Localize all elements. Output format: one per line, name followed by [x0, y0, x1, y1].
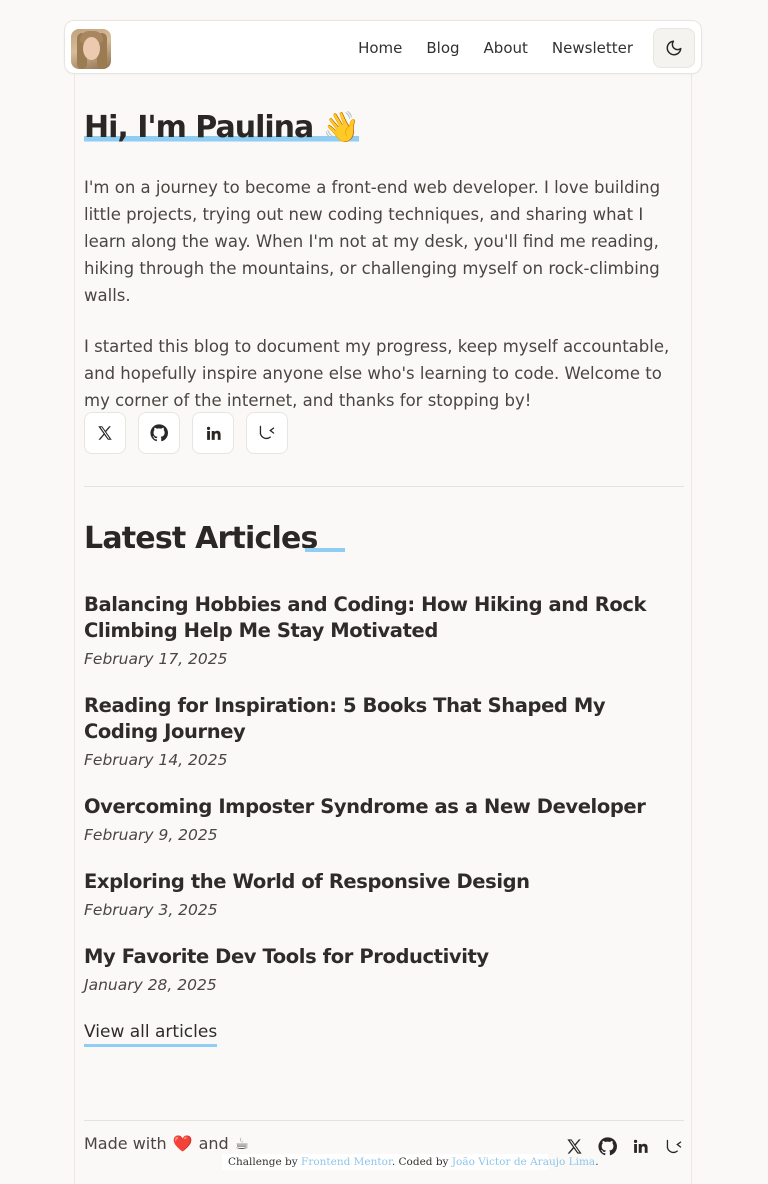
github-link-button[interactable] — [138, 412, 180, 454]
made-with-text: Made with ❤️ and ☕ — [84, 1134, 249, 1153]
hero-title-text: Hi, I'm Paulina — [84, 110, 314, 145]
article-item[interactable]: Reading for Inspiration: 5 Books That Sh… — [84, 693, 684, 771]
heart-icon: ❤️ — [172, 1134, 193, 1153]
site-header: Home Blog About Newsletter — [64, 20, 702, 74]
frontend-mentor-icon[interactable] — [663, 1136, 684, 1157]
linkedin-link-button[interactable] — [192, 412, 234, 454]
article-item[interactable]: Exploring the World of Responsive Design… — [84, 869, 684, 921]
article-item[interactable]: My Favorite Dev Tools for Productivity J… — [84, 944, 684, 996]
coffee-icon: ☕ — [234, 1134, 250, 1153]
hero-title: Hi, I'm Paulina 👋 — [84, 106, 360, 150]
attribution-middle: . Coded by — [391, 1156, 449, 1168]
article-title[interactable]: Balancing Hobbies and Coding: How Hiking… — [84, 592, 684, 644]
article-title[interactable]: Reading for Inspiration: 5 Books That Sh… — [84, 693, 684, 745]
intro-text: I'm on a journey to become a front-end w… — [84, 174, 684, 438]
article-date: January 28, 2025 — [84, 976, 217, 994]
article-item[interactable]: Overcoming Imposter Syndrome as a New De… — [84, 794, 684, 846]
nav-newsletter-link[interactable]: Newsletter — [552, 39, 633, 57]
frontend-mentor-link[interactable]: Frontend Mentor — [301, 1156, 392, 1168]
linkedin-icon[interactable] — [630, 1136, 651, 1157]
waving-hand-emoji: 👋 — [322, 110, 360, 145]
x-icon[interactable] — [564, 1136, 585, 1157]
article-item[interactable]: Balancing Hobbies and Coding: How Hiking… — [84, 592, 684, 670]
attribution-suffix: . — [595, 1156, 599, 1168]
github-icon — [150, 424, 168, 442]
github-icon[interactable] — [597, 1136, 618, 1157]
section-divider — [84, 486, 684, 487]
moon-icon — [665, 39, 683, 57]
article-title[interactable]: Exploring the World of Responsive Design — [84, 869, 684, 895]
intro-paragraph-1: I'm on a journey to become a front-end w… — [84, 178, 661, 305]
frontend-mentor-link-button[interactable] — [246, 412, 288, 454]
intro-paragraph-2: I started this blog to document my progr… — [84, 337, 670, 410]
article-title[interactable]: Overcoming Imposter Syndrome as a New De… — [84, 794, 684, 820]
article-date: February 9, 2025 — [84, 826, 218, 844]
avatar[interactable] — [71, 29, 111, 69]
footer-divider — [84, 1120, 684, 1121]
article-date: February 17, 2025 — [84, 650, 228, 668]
article-date: February 3, 2025 — [84, 901, 218, 919]
title-accent-bar — [305, 548, 345, 552]
made-with-label: Made with — [84, 1134, 167, 1153]
latest-articles-title: Latest Articles — [84, 521, 318, 556]
footer-social-links — [564, 1136, 684, 1157]
view-all-articles-link[interactable]: View all articles — [84, 1020, 218, 1047]
frontend-mentor-icon — [257, 424, 277, 442]
nav-blog-link[interactable]: Blog — [426, 39, 459, 57]
x-icon — [96, 424, 114, 442]
main-nav: Home Blog About Newsletter — [358, 21, 633, 75]
attribution-prefix: Challenge by — [228, 1156, 298, 1168]
and-label: and — [198, 1134, 229, 1153]
theme-toggle-button[interactable] — [653, 28, 695, 68]
x-link-button[interactable] — [84, 412, 126, 454]
article-list: Balancing Hobbies and Coding: How Hiking… — [84, 592, 684, 1019]
author-link[interactable]: João Victor de Araujo Lima — [452, 1156, 595, 1168]
social-links — [84, 412, 288, 454]
attribution: Challenge by Frontend Mentor. Coded by J… — [222, 1154, 599, 1170]
nav-about-link[interactable]: About — [484, 39, 528, 57]
linkedin-icon — [205, 425, 222, 442]
nav-home-link[interactable]: Home — [358, 39, 402, 57]
article-title[interactable]: My Favorite Dev Tools for Productivity — [84, 944, 684, 970]
hero-title-highlight: Hi, I'm Paulina 👋 — [84, 110, 360, 145]
article-date: February 14, 2025 — [84, 751, 228, 769]
